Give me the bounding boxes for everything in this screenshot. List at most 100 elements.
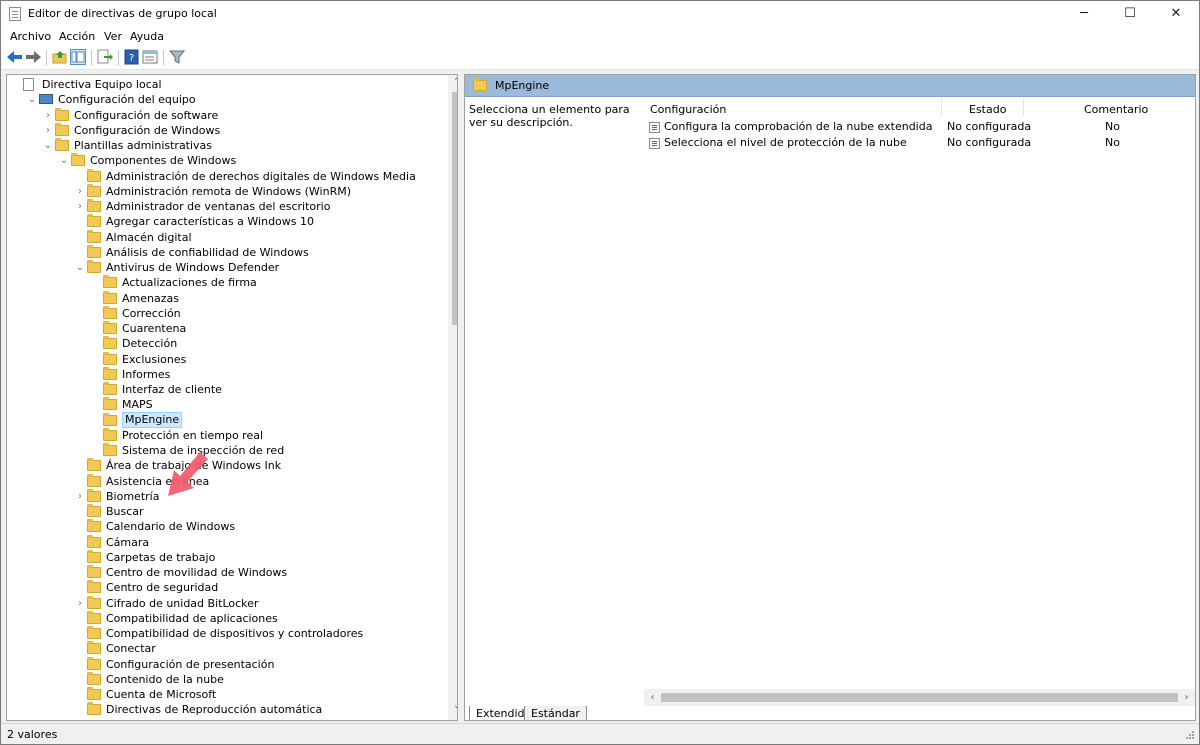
- tree-item[interactable]: › Administrador de ventanas del escritori…: [7, 199, 445, 214]
- tree-item[interactable]: Configuración de presentación: [7, 656, 445, 672]
- tree-item[interactable]: Contenido de la nube: [7, 671, 445, 687]
- tree-item[interactable]: ⌄ Plantillas administrativas: [7, 138, 445, 153]
- scroll-left-arrow-icon[interactable]: ‹: [644, 689, 661, 706]
- tree-item[interactable]: Buscar: [7, 504, 445, 519]
- svg-text:?: ?: [129, 53, 134, 64]
- up-folder-icon[interactable]: [52, 49, 68, 65]
- collapse-chevron-icon[interactable]: ›: [75, 489, 85, 504]
- tree-item[interactable]: Centro de seguridad: [7, 580, 445, 595]
- tree-item[interactable]: Protección en tiempo real: [7, 427, 445, 443]
- tree-item[interactable]: Almacén digital: [7, 229, 445, 245]
- tree-item[interactable]: Carpetas de trabajo: [7, 549, 445, 565]
- tree-item[interactable]: Compatibilidad de aplicaciones: [7, 610, 445, 626]
- collapse-chevron-icon[interactable]: ›: [75, 199, 85, 214]
- tree-item[interactable]: Cámara: [7, 534, 445, 550]
- details-horizontal-scrollbar[interactable]: ‹ ›: [644, 689, 1195, 706]
- tree-item[interactable]: › Administración remota de Windows (WinRM…: [7, 183, 445, 199]
- forward-arrow-icon[interactable]: [25, 49, 41, 65]
- menu-accion[interactable]: Acción: [59, 30, 95, 43]
- scroll-down-arrow-icon[interactable]: ˅: [448, 703, 457, 720]
- show-hide-tree-icon[interactable]: [70, 49, 86, 65]
- filter-icon[interactable]: [168, 49, 186, 65]
- tree-item[interactable]: Agregar características a Windows 10: [7, 214, 445, 229]
- column-header-comentario[interactable]: Comentario: [1084, 103, 1148, 116]
- tree-item[interactable]: Cuarentena: [7, 321, 445, 336]
- tree-item[interactable]: Administración de derechos digitales de …: [7, 168, 445, 184]
- title-bar[interactable]: Editor de directivas de grupo local ─ ☐ …: [1, 1, 1199, 27]
- tree-item[interactable]: Sistema de inspección de red: [7, 443, 445, 458]
- tree-item[interactable]: ⌄ Componentes de Windows: [7, 153, 445, 168]
- scroll-thumb[interactable]: [452, 92, 457, 325]
- menu-ayuda[interactable]: Ayuda: [130, 30, 164, 43]
- tree-item[interactable]: Calendario de Windows: [7, 519, 445, 534]
- folder-icon: [87, 504, 101, 517]
- tree-item[interactable]: › Configuración de software: [7, 107, 445, 123]
- tree-item[interactable]: Área de trabajo de Windows Ink: [7, 458, 445, 473]
- tree-item[interactable]: Directivas de Reproducción automática: [7, 702, 445, 717]
- help-icon[interactable]: ?: [124, 49, 140, 65]
- tree-item[interactable]: Corrección: [7, 305, 445, 321]
- expand-chevron-icon[interactable]: ⌄: [59, 153, 69, 168]
- menu-ver[interactable]: Ver: [104, 30, 122, 43]
- menu-archivo[interactable]: Archivo: [10, 30, 51, 43]
- tree-item-label: Protección en tiempo real: [122, 428, 264, 442]
- back-arrow-icon[interactable]: [7, 49, 23, 65]
- tree-item[interactable]: Exclusiones: [7, 351, 445, 367]
- tree-item[interactable]: Detección: [7, 336, 445, 351]
- expand-chevron-icon[interactable]: ⌄: [27, 92, 37, 107]
- menu-bar: Archivo Acción Ver Ayuda: [1, 27, 1199, 46]
- expand-chevron-icon[interactable]: ⌄: [75, 260, 85, 275]
- export-list-icon[interactable]: [97, 49, 113, 65]
- scroll-up-arrow-icon[interactable]: ˄: [448, 75, 457, 92]
- collapse-chevron-icon[interactable]: ›: [43, 123, 53, 138]
- folder-icon: [87, 549, 101, 563]
- tree-item[interactable]: MpEngine: [7, 411, 445, 428]
- scroll-thumb[interactable]: [661, 693, 1178, 702]
- tree-item[interactable]: › Biometría: [7, 488, 445, 504]
- collapse-chevron-icon[interactable]: ›: [75, 596, 85, 611]
- tree-pane[interactable]: Directiva Equipo local ⌄ Configuración del…: [6, 74, 458, 721]
- tree-item-label: Interfaz de cliente: [122, 383, 222, 396]
- expand-chevron-icon[interactable]: ⌄: [43, 138, 53, 153]
- tree-item[interactable]: Centro de movilidad de Windows: [7, 565, 445, 580]
- tree-item[interactable]: ⌄ Antivirus de Windows Defender: [7, 260, 445, 275]
- tree-item[interactable]: MAPS: [7, 397, 445, 412]
- column-header-configuracion[interactable]: Configuración: [650, 103, 726, 116]
- tree-item[interactable]: Compatibilidad de dispositivos y control…: [7, 626, 445, 641]
- maximize-button[interactable]: ☐: [1107, 1, 1153, 27]
- tab-estandar[interactable]: Estándar: [524, 706, 587, 720]
- setting-row[interactable]: Selecciona el nivel de protección de la …: [649, 135, 1189, 151]
- tree-item[interactable]: Actualizaciones de firma: [7, 275, 445, 290]
- close-button[interactable]: ✕: [1153, 1, 1199, 27]
- setting-row[interactable]: Configura la comprobación de la nube ext…: [649, 119, 1189, 135]
- minimize-button[interactable]: ─: [1061, 1, 1107, 27]
- tree-item[interactable]: Cuenta de Microsoft: [7, 687, 445, 702]
- tree-item[interactable]: Conectar: [7, 641, 445, 656]
- column-separator[interactable]: [1023, 98, 1024, 116]
- tree-item[interactable]: Asistencia en línea: [7, 473, 445, 489]
- tree-item[interactable]: ⌄ Configuración del equipo: [7, 92, 445, 107]
- tree-item[interactable]: Análisis de confiabilidad de Windows: [7, 244, 445, 260]
- resize-grip-icon[interactable]: [1183, 730, 1195, 742]
- properties-icon[interactable]: [142, 49, 158, 65]
- folder-icon: [87, 656, 101, 670]
- column-header-estado[interactable]: Estado: [969, 103, 1006, 116]
- tree-item[interactable]: Informes: [7, 366, 445, 382]
- tree-vertical-scrollbar[interactable]: ˄ ˅: [448, 75, 457, 720]
- scroll-right-arrow-icon[interactable]: ›: [1178, 689, 1195, 706]
- toolbar-separator: [163, 50, 164, 65]
- collapse-chevron-icon[interactable]: ›: [43, 108, 53, 123]
- tree-item[interactable]: › Cifrado de unidad BitLocker: [7, 595, 445, 611]
- collapse-chevron-icon[interactable]: ›: [75, 184, 85, 199]
- tree-item[interactable]: Directiva Equipo local: [7, 77, 445, 92]
- tree-item[interactable]: › Configuración de Windows: [7, 122, 445, 138]
- tree-item-label: Plantillas administrativas: [74, 139, 213, 152]
- tree-item[interactable]: Amenazas: [7, 290, 445, 306]
- column-separator[interactable]: [941, 98, 942, 116]
- tree-item[interactable]: Interfaz de cliente: [7, 382, 445, 397]
- details-pane: MpEngine Selecciona un elemento para ver…: [464, 74, 1196, 721]
- tree-item-label-selected: MpEngine: [122, 411, 183, 428]
